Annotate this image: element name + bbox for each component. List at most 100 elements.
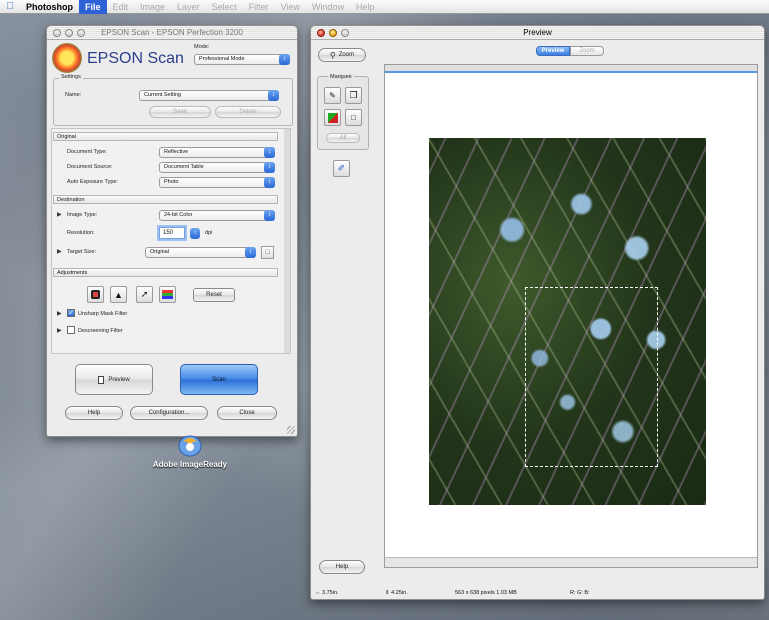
menu-layer[interactable]: Layer [171, 0, 206, 14]
settings-group-label: Settings [59, 74, 83, 80]
minimize-window-icon[interactable] [65, 29, 73, 37]
vertical-scrollbar[interactable] [284, 129, 290, 353]
auto-locate-marquee-icon[interactable]: ✎ [324, 87, 341, 104]
menubar:  Photoshop File Edit Image Layer Select… [0, 0, 769, 14]
status-rgb: R: G: B: [570, 590, 590, 596]
color-palette-icon[interactable] [159, 286, 176, 303]
close-window-icon[interactable] [53, 29, 61, 37]
save-button[interactable]: Save [149, 106, 211, 118]
resolution-stepper-icon[interactable]: ↕ [190, 228, 200, 239]
zoom-window-icon[interactable] [341, 29, 349, 37]
help-button[interactable]: Help [65, 406, 123, 420]
menu-window[interactable]: Window [306, 0, 350, 14]
popup-arrows-icon: ↕ [279, 54, 290, 65]
document-type-value: Reflective [164, 149, 189, 155]
menu-edit[interactable]: Edit [107, 0, 135, 14]
zoom-button[interactable]: ⚲ Zoom [318, 48, 366, 62]
zoom-button-label: Zoom [338, 52, 355, 58]
menu-select[interactable]: Select [206, 0, 243, 14]
document-icon [98, 375, 105, 384]
tab-preview[interactable]: Preview [536, 46, 570, 56]
name-label: Name: [65, 92, 82, 98]
target-size-select[interactable]: Original ↕ [145, 247, 256, 258]
menu-app-name[interactable]: Photoshop [20, 0, 79, 14]
preview-scan-area[interactable] [384, 64, 758, 568]
descreening-checkbox[interactable] [67, 326, 75, 334]
close-button[interactable]: Close [217, 406, 277, 420]
settings-group [53, 78, 293, 126]
menu-image[interactable]: Image [134, 0, 171, 14]
image-type-disclosure-icon[interactable]: ▶ [57, 211, 62, 218]
document-source-select[interactable]: Document Table ↕ [159, 162, 275, 173]
status-pixels: 563 x 638 pixels 1.03 MB [455, 590, 517, 596]
epson-window-title: EPSON Scan - EPSON Perfection 3200 [101, 28, 243, 37]
status-width-value: 3.75in. [322, 590, 339, 596]
auto-exposure-label: Auto Exposure Type: [67, 179, 118, 185]
document-source-value: Document Table [164, 164, 204, 170]
unsharp-mask-label: Unsharp Mask Filter [78, 311, 128, 317]
delete-marquee-icon[interactable]: □ [345, 109, 362, 126]
all-button[interactable]: All [326, 133, 360, 143]
preview-help-button[interactable]: Help [319, 560, 365, 574]
zoom-window-icon[interactable] [77, 29, 85, 37]
mode-label: Mode: [194, 44, 210, 50]
tab-zoom[interactable]: Zoom [570, 46, 604, 56]
status-width: ⇔ 3.75in. [311, 587, 381, 599]
auto-exposure-select[interactable]: Photo ↕ [159, 177, 275, 188]
document-type-select[interactable]: Reflective ↕ [159, 147, 275, 158]
scan-button[interactable]: Scan [180, 364, 258, 395]
preview-titlebar[interactable]: Preview [311, 26, 764, 40]
preview-statusbar: ⇔ 3.75in. ⇕ 4.25in. 563 x 638 pixels 1.0… [311, 587, 764, 599]
tone-curve-icon[interactable]: ➚ [136, 286, 153, 303]
menu-filter[interactable]: Filter [243, 0, 275, 14]
imageready-label: Adobe ImageReady [152, 460, 228, 469]
popup-arrows-icon: ↕ [245, 247, 256, 258]
unsharp-disclosure-icon[interactable]: ▶ [57, 310, 62, 317]
selection-marquee[interactable] [525, 287, 658, 467]
imageready-app-icon[interactable] [175, 432, 205, 458]
mode-select[interactable]: Professional Mode ↕ [194, 54, 290, 65]
epson-flower-logo-icon [52, 43, 82, 73]
document-type-label: Document Type: [67, 149, 107, 155]
menu-help[interactable]: Help [350, 0, 381, 14]
reset-button[interactable]: Reset [193, 288, 235, 302]
duplicate-marquee-icon[interactable]: ❐ [345, 87, 362, 104]
close-window-icon[interactable] [317, 29, 325, 37]
descreening-disclosure-icon[interactable]: ▶ [57, 327, 62, 334]
apple-menu-icon[interactable]:  [0, 1, 20, 12]
target-size-disclosure-icon[interactable]: ▶ [57, 248, 62, 255]
auto-exposure-value: Photo [164, 179, 179, 185]
resolution-label: Resolution: [67, 230, 95, 236]
popup-arrows-icon: ↕ [264, 177, 275, 188]
minimize-window-icon[interactable] [329, 29, 337, 37]
histogram-icon[interactable]: ▲ [110, 286, 127, 303]
popup-arrows-icon: ↕ [264, 162, 275, 173]
fit-marquee-icon[interactable] [324, 109, 341, 126]
magnifier-icon: ⚲ [329, 50, 336, 60]
unsharp-mask-checkbox[interactable]: ✓ [67, 309, 75, 317]
configuration-button[interactable]: Configuration... [130, 406, 208, 420]
preview-window-title: Preview [523, 28, 552, 37]
menu-file[interactable]: File [79, 0, 107, 14]
epson-titlebar[interactable]: EPSON Scan - EPSON Perfection 3200 [47, 26, 297, 40]
mode-value: Professional Mode [199, 56, 245, 62]
target-size-label: Target Size: [67, 249, 97, 255]
resolution-input[interactable]: 150 [159, 227, 185, 239]
preview-button[interactable]: Preview [75, 364, 153, 395]
popup-arrows-icon: ↕ [264, 147, 275, 158]
menu-view[interactable]: View [275, 0, 306, 14]
image-type-select[interactable]: 24-bit Color ↕ [159, 210, 275, 221]
marquee-toolbox: Marquee ✎ ❐ □ All [317, 74, 369, 150]
resize-grip-icon[interactable] [287, 426, 295, 434]
eyedropper-tool-icon[interactable]: ✐ [333, 160, 350, 177]
descreening-label: Descreening Filter [78, 328, 123, 334]
horizontal-scrollbar[interactable] [385, 557, 757, 567]
document-source-label: Document Source: [67, 164, 113, 170]
setting-name-value: Current Setting [144, 92, 181, 98]
backlight-correction-icon[interactable] [87, 286, 104, 303]
resolution-unit: dpi [205, 230, 213, 236]
setting-name-select[interactable]: Current Setting ↕ [139, 90, 279, 101]
delete-button[interactable]: Delete [215, 106, 281, 118]
target-size-edit-icon[interactable]: □ [261, 246, 274, 259]
epson-scan-window: EPSON Scan - EPSON Perfection 3200 EPSON… [46, 25, 298, 437]
